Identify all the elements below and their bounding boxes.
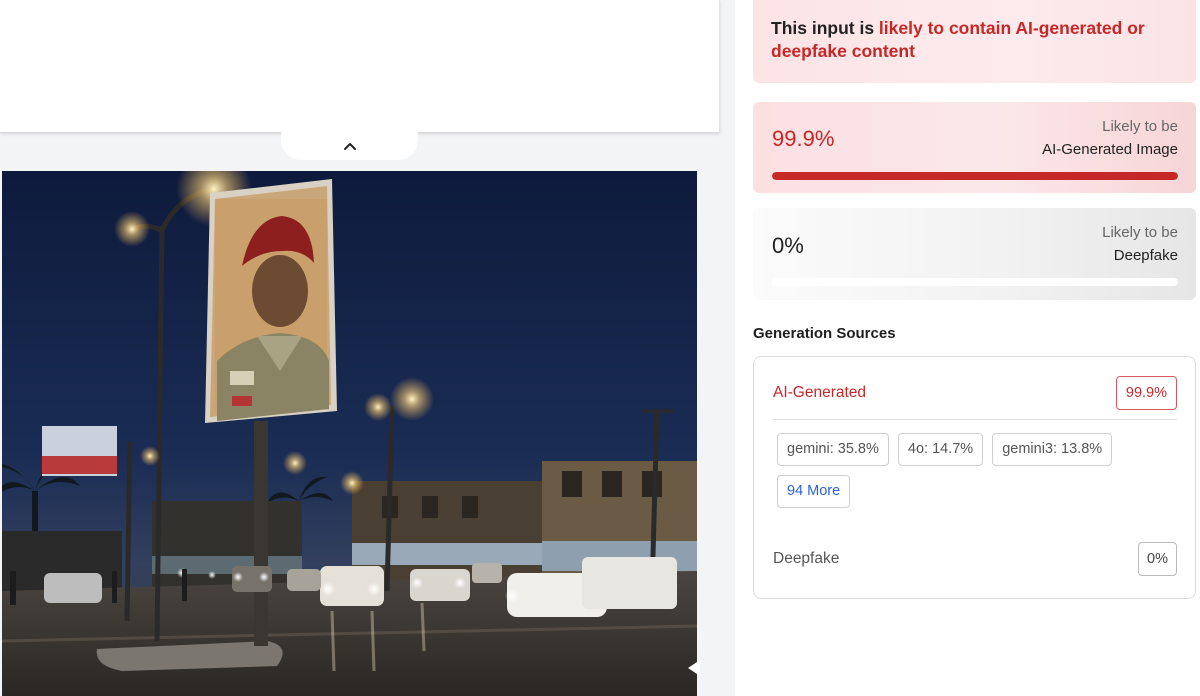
deepfake-source-value: 0%	[1138, 541, 1177, 576]
ai-score-label: Likely to be AI-Generated Image	[1042, 115, 1178, 161]
generation-sources-card: AI-Generated 99.9% gemini: 35.8% 4o: 14.…	[753, 356, 1196, 599]
left-pane	[0, 0, 735, 696]
ai-score-bar	[772, 172, 1178, 180]
deepfake-score-label: Likely to be Deepfake	[1102, 221, 1178, 267]
ai-generated-source-row: AI-Generated 99.9%	[773, 375, 1177, 410]
chevron-up-icon	[343, 142, 356, 150]
divider	[773, 419, 1177, 420]
model-chip[interactable]: gemini: 35.8%	[777, 433, 889, 466]
deepfake-score-bar	[772, 278, 1178, 286]
deepfake-score-card: 0% Likely to be Deepfake	[753, 208, 1196, 300]
deepfake-score-label-line1: Likely to be	[1102, 224, 1178, 241]
generation-sources-title: Generation Sources	[753, 325, 896, 342]
deepfake-source-row: Deepfake 0%	[773, 541, 1177, 576]
model-chips: gemini: 35.8% 4o: 14.7% gemini3: 13.8% 9…	[777, 433, 1177, 508]
deepfake-source-label: Deepfake	[773, 549, 840, 567]
ai-score-label-line1: Likely to be	[1102, 118, 1178, 135]
ai-generated-source-label: AI-Generated	[773, 383, 867, 401]
ai-score-bar-fill	[772, 172, 1178, 180]
input-card	[0, 0, 720, 133]
deepfake-score-value: 0%	[772, 233, 804, 258]
more-models-button[interactable]: 94 More	[777, 475, 851, 508]
results-pane: This input is likely to contain AI-gener…	[735, 0, 1200, 696]
ai-generated-source-value: 99.9%	[1115, 375, 1177, 410]
deepfake-score-label-line2: Deepfake	[1113, 247, 1178, 264]
collapse-toggle[interactable]	[281, 131, 418, 160]
verdict-banner: This input is likely to contain AI-gener…	[753, 0, 1196, 83]
ai-generated-score-card: 99.9% Likely to be AI-Generated Image	[753, 102, 1196, 193]
analyzed-image	[2, 171, 697, 696]
scroll-handle-icon[interactable]	[688, 660, 700, 676]
model-chip[interactable]: 4o: 14.7%	[897, 433, 984, 466]
ai-score-value: 99.9%	[772, 126, 835, 151]
model-chip[interactable]: gemini3: 13.8%	[992, 433, 1113, 466]
verdict-prefix: This input is	[771, 18, 879, 38]
ai-score-label-line2: AI-Generated Image	[1042, 141, 1178, 158]
